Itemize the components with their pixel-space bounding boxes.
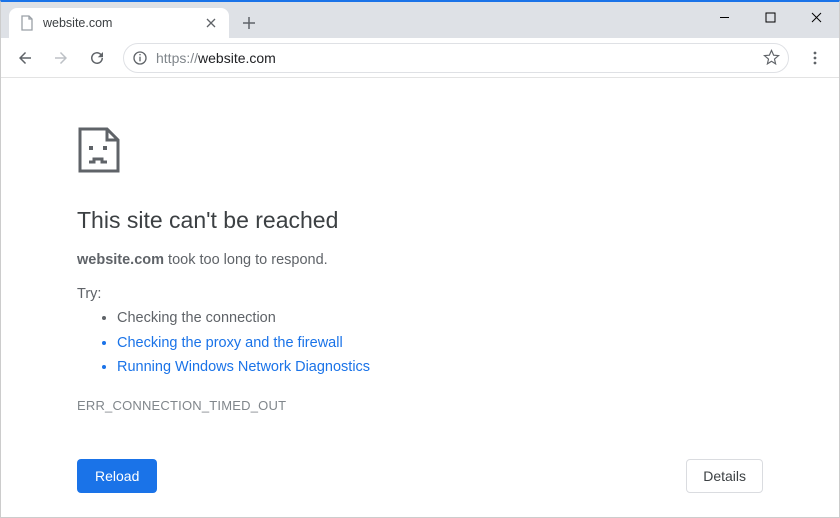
back-button[interactable] <box>9 42 41 74</box>
window-close-button[interactable] <box>793 2 839 32</box>
url-text: https://website.com <box>156 50 755 66</box>
error-host: website.com <box>77 252 164 268</box>
new-tab-button[interactable] <box>235 9 263 37</box>
error-message: website.com took too long to respond. <box>77 252 621 268</box>
titlebar: website.com <box>1 2 839 38</box>
url-scheme: https:// <box>156 50 198 66</box>
tab-close-button[interactable] <box>203 15 219 31</box>
window-controls <box>701 2 839 32</box>
error-code: ERR_CONNECTION_TIMED_OUT <box>77 398 621 413</box>
minimize-button[interactable] <box>701 2 747 32</box>
bookmark-star-icon[interactable] <box>763 49 780 66</box>
maximize-button[interactable] <box>747 2 793 32</box>
toolbar: https://website.com <box>1 38 839 78</box>
suggestions-list: Checking the connection Checking the pro… <box>77 306 621 380</box>
menu-button[interactable] <box>799 42 831 74</box>
suggestion-network-diagnostics-link[interactable]: Running Windows Network Diagnostics <box>117 355 621 380</box>
browser-tab[interactable]: website.com <box>9 8 229 38</box>
suggestion-check-connection: Checking the connection <box>117 306 621 331</box>
error-page: This site can't be reached website.com t… <box>1 78 621 413</box>
url-host: website.com <box>198 50 276 66</box>
button-row: Reload Details <box>77 459 763 493</box>
error-message-rest: took too long to respond. <box>164 252 328 268</box>
forward-button[interactable] <box>45 42 77 74</box>
reload-page-button[interactable]: Reload <box>77 459 157 493</box>
reload-button[interactable] <box>81 42 113 74</box>
suggestion-proxy-firewall-link[interactable]: Checking the proxy and the firewall <box>117 331 621 356</box>
default-page-icon <box>19 15 35 31</box>
address-bar[interactable]: https://website.com <box>123 43 789 73</box>
sad-page-icon <box>77 126 621 179</box>
error-heading: This site can't be reached <box>77 207 621 234</box>
try-label: Try: <box>77 286 621 302</box>
site-info-icon[interactable] <box>132 50 148 66</box>
tab-title: website.com <box>43 16 195 30</box>
details-button[interactable]: Details <box>686 459 763 493</box>
